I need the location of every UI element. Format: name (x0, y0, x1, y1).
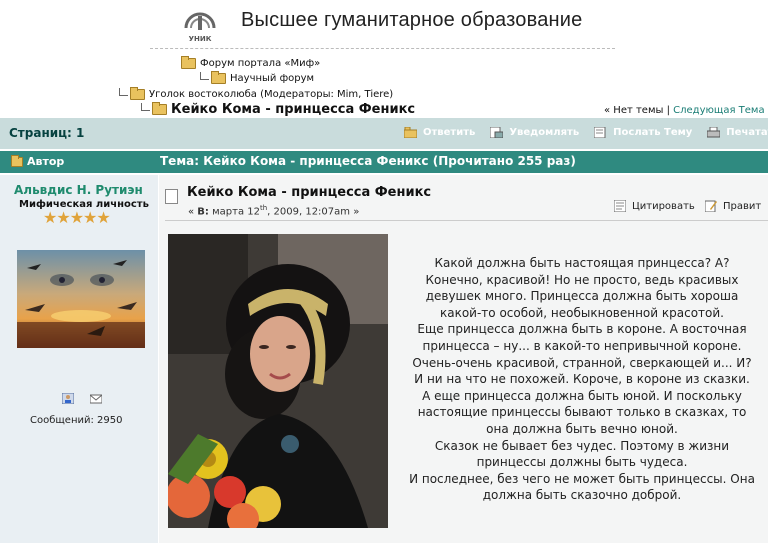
post-line: Еще принцесса должна быть в короне. А во… (417, 322, 747, 337)
post-divider (165, 220, 768, 221)
post-line: девушек много. Принцесса должна быть хор… (425, 289, 739, 304)
post-line: И последнее, без чего не может быть прин… (409, 471, 755, 486)
author-contact-icons (61, 389, 103, 405)
breadcrumb-label[interactable]: Научный форум (230, 73, 314, 84)
divider (150, 48, 615, 49)
rank-stars: ★★★★★ (43, 208, 111, 227)
post-date: « В: марта 12th, 2009, 12:07am » (188, 204, 360, 218)
topic-navigation: « Нет темы | Следующая Тема (604, 105, 765, 116)
author-column-header: Автор (11, 154, 65, 168)
post-line: Очень-очень красивой, странной, сверкающ… (412, 355, 752, 370)
post-line: настоящие принцессы бывают только в сказ… (417, 405, 747, 420)
author-avatar (17, 250, 145, 348)
post-line: А еще принцесса должна быть юной. И поск… (422, 388, 742, 403)
send-topic-button[interactable]: Послать Тему (593, 126, 692, 139)
toolbar: Страниц: 1 Ответить Уведомлять Послать Т… (0, 118, 768, 149)
tree-elbow (200, 71, 209, 80)
topic-actions: Ответить Уведомлять Послать Тему Печатат… (403, 126, 768, 139)
profile-icon[interactable] (61, 389, 75, 405)
folder-icon (130, 87, 145, 100)
post-photo (168, 234, 388, 528)
quote-label[interactable]: Цитировать (632, 201, 695, 212)
breadcrumb-forum-portal[interactable]: Форум портала «Миф» (181, 56, 320, 69)
post-text: Какой должна быть настоящая принцесса? А… (396, 255, 768, 504)
site-logo[interactable]: УНИК (178, 2, 222, 44)
reply-label[interactable]: Ответить (423, 127, 475, 138)
post-line: И ни на что не похожей. Короче, в короне… (414, 372, 750, 387)
notify-icon (489, 126, 504, 139)
breadcrumb-label[interactable]: Форум портала «Миф» (200, 58, 320, 69)
send-topic-label[interactable]: Послать Тему (613, 127, 692, 138)
tree-elbow (119, 87, 128, 96)
post-line: какой-то особой, необыкновенной красотой… (439, 305, 724, 320)
edit-icon (704, 200, 717, 213)
folder-icon (152, 102, 167, 115)
breadcrumb-board[interactable]: Уголок востоколюба (Модераторы: Mim, Tie… (119, 87, 393, 100)
notify-label[interactable]: Уведомлять (509, 127, 579, 138)
post-line: должна быть сказочно доброй. (482, 488, 682, 503)
post-line: Какой должна быть настоящая принцесса? А… (434, 256, 730, 270)
topic-header-bar: Автор Тема: Кейко Кома - принцесса Феник… (0, 151, 768, 173)
post-line: принцесса – ну... в какой-то непривычной… (422, 338, 742, 353)
breadcrumb-label[interactable]: Уголок востоколюба (Модераторы: Mim, Tie… (149, 89, 393, 100)
quote-button[interactable]: Цитировать (613, 199, 695, 213)
breadcrumb-science-forum[interactable]: Научный форум (200, 71, 314, 84)
print-button[interactable]: Печатать (706, 126, 768, 138)
folder-icon (181, 56, 196, 69)
site-title: Высшее гуманитарное образование (241, 9, 583, 31)
author-label: Автор (27, 155, 65, 168)
post-icon (165, 189, 178, 204)
post-line: она должна быть вечно юной. (486, 421, 678, 436)
post-line: Конечно, красивой! Но не просто, ведь кр… (425, 272, 739, 287)
edit-button[interactable]: Правит (704, 200, 761, 213)
send-topic-icon (593, 126, 607, 139)
next-topic-link[interactable]: Следующая Тема (673, 105, 764, 116)
edit-label[interactable]: Правит (723, 201, 761, 212)
logo-text: УНИК (189, 35, 212, 43)
quote-icon (613, 199, 627, 213)
author-name[interactable]: Альвдис Н. Рутиэн (14, 183, 143, 197)
prev-topic-link[interactable]: « Нет темы (604, 105, 663, 116)
folder-icon (211, 71, 226, 84)
post-line: принцессы должны быть чудеса. (476, 455, 688, 470)
pages-label: Страниц: 1 (9, 126, 85, 140)
post-title[interactable]: Кейко Кома - принцесса Феникс (187, 185, 431, 200)
breadcrumb-topic[interactable]: Кейко Кома - принцесса Феникс (141, 102, 415, 117)
nav-separator: | (666, 105, 670, 116)
print-icon (706, 126, 721, 138)
author-panel (0, 175, 158, 543)
topic-header-title: Тема: Кейко Кома - принцесса Феникс (Про… (160, 154, 576, 168)
print-label[interactable]: Печатать (726, 127, 768, 138)
post-line: Сказок не бывает без чудес. Поэтому в жи… (434, 438, 730, 453)
breadcrumb-current[interactable]: Кейко Кома - принцесса Феникс (171, 102, 415, 117)
reply-button[interactable]: Ответить (403, 126, 475, 139)
author-post-count: Сообщений: 2950 (30, 415, 123, 426)
tree-elbow (141, 102, 150, 111)
reply-icon (403, 126, 418, 139)
email-icon[interactable] (89, 389, 103, 404)
notify-button[interactable]: Уведомлять (489, 126, 579, 139)
folder-icon (11, 154, 23, 167)
